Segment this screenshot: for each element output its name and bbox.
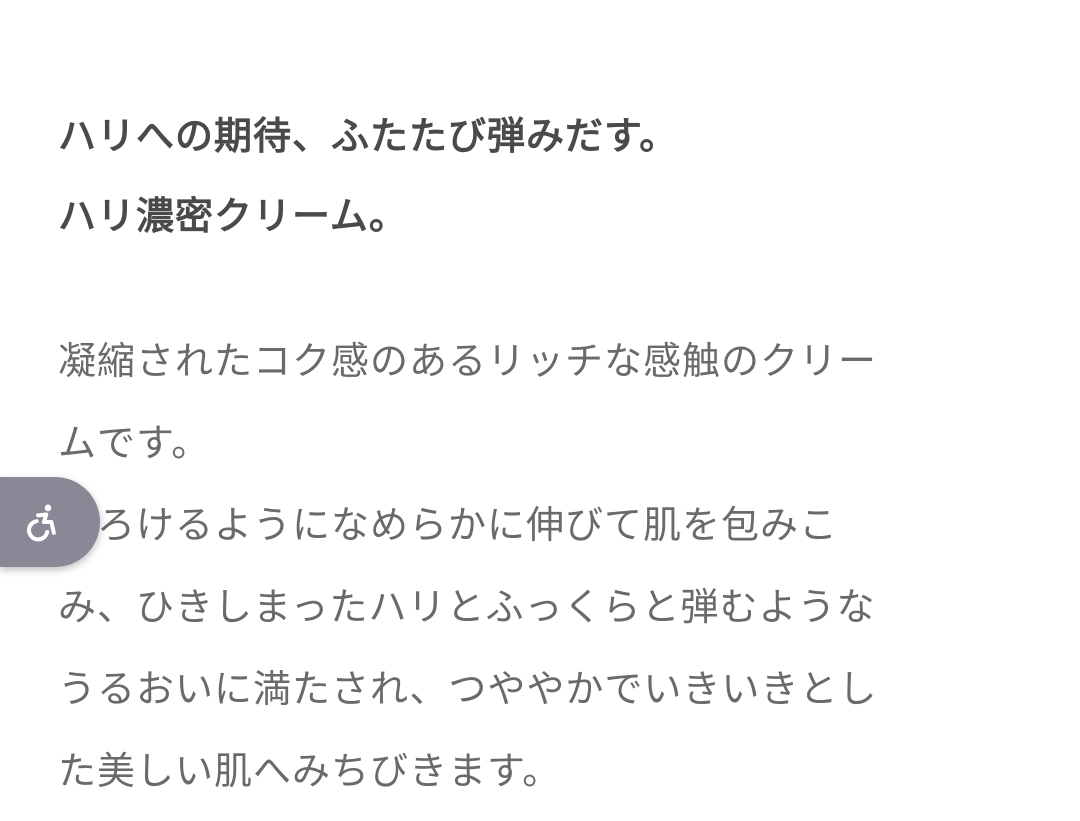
description-line: とろけるようになめらかに伸びて肌を包みこ [58, 503, 839, 547]
description-line: ムです。 [58, 421, 211, 465]
description-line: うるおいに満たされ、つややかでいきいきとし [58, 667, 878, 711]
product-headline: ハリへの期待、ふたたび弾みだす。 ハリ濃密クリーム。 [58, 96, 678, 256]
description-line: 凝縮されたコク感のあるリッチな感触のクリー [58, 339, 878, 383]
wheelchair-icon [27, 504, 56, 542]
headline-line-2: ハリ濃密クリーム。 [58, 194, 408, 238]
description-line: た美しい肌へみちびきます。 [58, 749, 562, 793]
headline-line-1: ハリへの期待、ふたたび弾みだす。 [58, 114, 679, 158]
description-line: み、ひきしまったハリとふっくらと弾むような [58, 585, 876, 629]
product-description-page: ハリへの期待、ふたたび弾みだす。 ハリ濃密クリーム。 凝縮されたコク感のあるリッ… [0, 0, 1080, 821]
product-description: 凝縮されたコク感のあるリッチな感触のクリー ムです。 とろけるようになめらかに伸… [58, 320, 877, 812]
accessibility-button[interactable] [0, 477, 100, 567]
